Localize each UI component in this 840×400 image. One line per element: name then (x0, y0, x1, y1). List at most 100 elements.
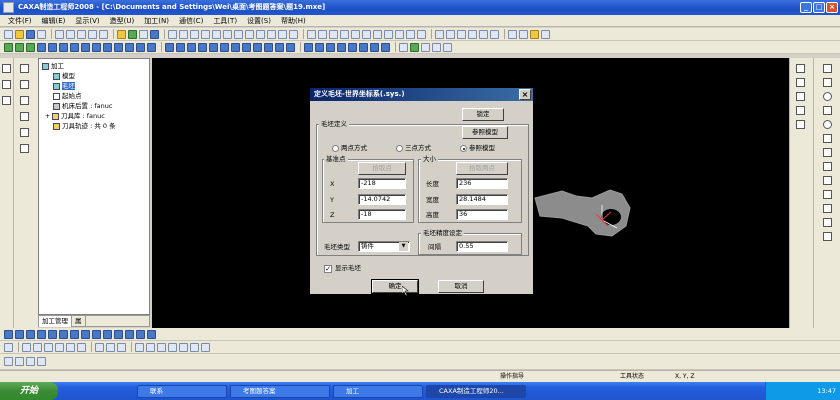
minimize-button[interactable]: _ (800, 2, 812, 13)
feature-12-icon[interactable] (125, 42, 134, 52)
feature-1-icon[interactable] (4, 42, 13, 52)
bt16-icon[interactable] (22, 342, 31, 352)
view-8-icon[interactable] (384, 29, 393, 39)
bt19-icon[interactable] (55, 342, 64, 352)
path-8-icon[interactable] (242, 42, 251, 52)
redo-icon[interactable] (99, 29, 108, 39)
measure-icon[interactable] (20, 128, 29, 137)
formula-curve-icon[interactable] (823, 148, 832, 157)
bt29-icon[interactable] (179, 342, 188, 352)
tool-a-icon[interactable] (168, 29, 177, 39)
bt10-icon[interactable] (103, 329, 112, 339)
bt32-icon[interactable] (4, 357, 13, 366)
view-4-icon[interactable] (340, 29, 349, 39)
trim-icon[interactable] (823, 190, 832, 199)
width-field[interactable]: 28.1484 (456, 194, 508, 205)
spline-icon[interactable] (823, 134, 832, 143)
menu-help[interactable]: 帮助(H) (281, 15, 306, 26)
bt30-icon[interactable] (190, 342, 199, 352)
path-16-icon[interactable] (337, 42, 346, 52)
bt28-icon[interactable] (168, 342, 177, 352)
feature-10-icon[interactable] (103, 42, 112, 52)
maximize-button[interactable]: □ (813, 2, 825, 13)
sim-5-icon[interactable] (443, 42, 452, 52)
blank-type-select[interactable]: 铸件 ▼ (358, 241, 410, 252)
path-5-icon[interactable] (209, 42, 218, 52)
bt34-icon[interactable] (26, 357, 35, 366)
rotate-view-icon[interactable] (479, 29, 488, 39)
new-file-icon[interactable] (4, 29, 13, 39)
sim-2-icon[interactable] (410, 42, 419, 52)
pencil-icon[interactable] (2, 80, 11, 89)
path-10-icon[interactable] (264, 42, 273, 52)
view-7-icon[interactable] (373, 29, 382, 39)
feature-14-icon[interactable] (147, 42, 156, 52)
right-tool-4-icon[interactable] (796, 106, 805, 115)
open-file-icon[interactable] (15, 29, 24, 39)
interval-field[interactable]: 0.55 (456, 241, 508, 252)
tool-g-icon[interactable] (234, 29, 243, 39)
pan-icon[interactable] (490, 29, 499, 39)
menu-edit[interactable]: 编辑(E) (42, 15, 66, 26)
shade-2-icon[interactable] (519, 29, 528, 39)
bt31-icon[interactable] (201, 342, 210, 352)
sim-4-icon[interactable] (432, 42, 441, 52)
feature-9-icon[interactable] (92, 42, 101, 52)
path-7-icon[interactable] (231, 42, 240, 52)
path-18-icon[interactable] (359, 42, 368, 52)
view-5-icon[interactable] (351, 29, 360, 39)
tree-item-model[interactable]: 模型 (53, 71, 75, 81)
right-tool-3-icon[interactable] (796, 92, 805, 101)
view-9-icon[interactable] (395, 29, 404, 39)
path-4-icon[interactable] (198, 42, 207, 52)
bt22-icon[interactable] (95, 342, 104, 352)
dialog-close-button[interactable]: × (519, 89, 531, 100)
tree-item-toolpaths[interactable]: 刀具轨迹 : 共 0 条 (53, 121, 116, 131)
tool-i-icon[interactable] (256, 29, 265, 39)
tool-k-icon[interactable] (278, 29, 287, 39)
start-button[interactable]: 开始 (0, 382, 58, 400)
menu-machining[interactable]: 加工(N) (144, 15, 169, 26)
text-icon[interactable] (823, 218, 832, 227)
bt7-icon[interactable] (70, 329, 79, 339)
shade-3-icon[interactable] (530, 29, 539, 39)
feature-2-icon[interactable] (15, 42, 24, 52)
shade-4-icon[interactable] (541, 29, 550, 39)
path-11-icon[interactable] (275, 42, 284, 52)
rectangle-icon[interactable] (823, 106, 832, 115)
bt33-icon[interactable] (15, 357, 24, 366)
select-icon[interactable] (2, 64, 11, 73)
shade-1-icon[interactable] (508, 29, 517, 39)
menu-file[interactable]: 文件(F) (8, 15, 32, 26)
path-14-icon[interactable] (315, 42, 324, 52)
feature-6-icon[interactable] (59, 42, 68, 52)
bt21-icon[interactable] (77, 342, 86, 352)
fillet-icon[interactable] (823, 204, 832, 213)
ellipse-icon[interactable] (823, 120, 832, 129)
lock-button[interactable]: 锁定 (462, 108, 504, 121)
tab-properties[interactable]: 属 (72, 316, 86, 327)
arc-icon[interactable] (823, 78, 832, 87)
bt35-icon[interactable] (37, 357, 46, 366)
path-19-icon[interactable] (370, 42, 379, 52)
hatch-icon[interactable] (823, 232, 832, 241)
taskbar-item-caxa[interactable]: CAXA制造工程师20... (426, 385, 526, 398)
bt18-icon[interactable] (44, 342, 53, 352)
menu-tools[interactable]: 工具(T) (213, 15, 237, 26)
tool-l-icon[interactable] (289, 29, 298, 39)
tree-item-tool-library[interactable]: + 刀具库 : fanuc (45, 111, 105, 121)
right-tool-5-icon[interactable] (796, 120, 805, 129)
tree-item-blank[interactable]: 毛坯 (53, 81, 75, 91)
right-tool-2-icon[interactable] (796, 78, 805, 87)
bt1-icon[interactable] (4, 329, 13, 339)
tree-item-post[interactable]: 机床后置 : fanuc (53, 101, 112, 111)
chevron-down-icon[interactable]: ▼ (399, 242, 408, 251)
path-2-icon[interactable] (176, 42, 185, 52)
sim-1-icon[interactable] (399, 42, 408, 52)
length-field[interactable]: 236 (456, 178, 508, 189)
tool-e-icon[interactable] (212, 29, 221, 39)
zoom-out-icon[interactable] (457, 29, 466, 39)
bt17-icon[interactable] (33, 342, 42, 352)
bt5-icon[interactable] (48, 329, 57, 339)
tab-machining-manager[interactable]: 加工管理 (39, 316, 72, 327)
